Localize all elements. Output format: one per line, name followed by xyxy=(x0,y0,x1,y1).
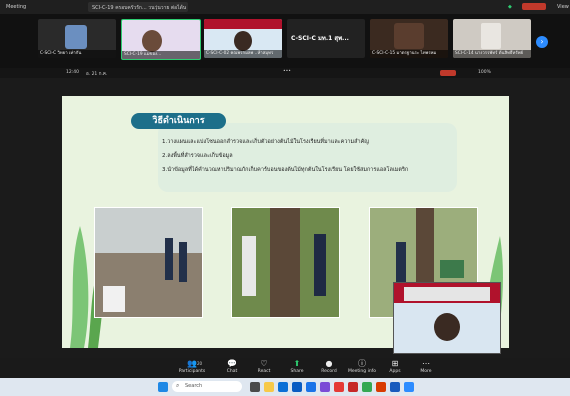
participant-tile[interactable]: SCI-C-14 นางวรรพัทร์ ต้นสิทธิ์ทรัพย์ xyxy=(453,19,531,58)
avatar xyxy=(65,25,87,49)
avatar xyxy=(434,313,460,341)
recording-badge xyxy=(522,3,546,10)
apps-button[interactable]: ⊞ Apps xyxy=(381,359,409,374)
search-icon: ⌕ xyxy=(176,382,180,389)
app-icon[interactable] xyxy=(320,382,330,392)
meeting-toolbar: 👥 Participants 20 💬 Chat ♡ React ⬆ Share ● Re… xyxy=(0,358,570,378)
share-button[interactable]: ⬆ Share xyxy=(283,359,311,374)
share-status-bar: 12:40 อ. 21 ก.ค. ••• 100% xyxy=(0,68,570,78)
photo-students-measuring xyxy=(94,207,203,318)
more-button[interactable]: ⋯ More xyxy=(412,359,440,374)
apps-icon: ⊞ xyxy=(391,359,399,368)
step-item: 2.ลงพื้นที่สำรวจและเก็บข้อมูล xyxy=(162,153,233,159)
more-icon: ⋯ xyxy=(422,359,430,368)
participant-label: SCI-C-14 นางวรรพัทร์ ต้นสิทธิ์ทรัพย์ xyxy=(453,50,531,58)
record-button[interactable]: ● Record xyxy=(315,359,343,374)
participant-tile[interactable]: C-SCI-C-02 คณพรกมลพ ..ห้าสมุทร xyxy=(204,19,282,58)
photo-tree-measuring xyxy=(231,207,340,318)
record-icon: ● xyxy=(325,359,333,368)
participant-tile[interactable]: C-SCI-C มท.1 สุพ... xyxy=(287,19,365,58)
avatar xyxy=(142,30,162,52)
chevron-right-icon[interactable]: › xyxy=(536,36,548,48)
taskbar-search[interactable]: ⌕ Search xyxy=(172,381,242,392)
step-item: 1.วางแผนและแบ่งโซนออกสำรวจและเก็บตัวอย่า… xyxy=(162,139,369,145)
participant-tile[interactable]: C-SCI-C วิทยา เท่ากัน xyxy=(38,19,116,58)
participant-label: C-SCI-C วิทยา เท่ากัน xyxy=(38,50,116,58)
video-banner xyxy=(404,287,490,301)
word-icon[interactable] xyxy=(390,382,400,392)
info-icon: ⓘ xyxy=(358,359,366,368)
windows-taskbar: ⌕ Search xyxy=(0,378,570,396)
file-explorer-icon[interactable] xyxy=(264,382,274,392)
title-bar: Meeting SCI-C-19 ครอบครัวรัก... วนวุ่นวา… xyxy=(0,0,570,14)
share-icon: ⬆ xyxy=(293,359,301,368)
store-icon[interactable] xyxy=(292,382,302,392)
zoom-icon[interactable] xyxy=(306,382,316,392)
heart-icon: ♡ xyxy=(260,359,268,368)
avatar xyxy=(234,31,252,51)
chrome-icon[interactable] xyxy=(362,382,372,392)
shield-icon: ◆ xyxy=(508,4,512,10)
app-icon[interactable] xyxy=(404,382,414,392)
search-placeholder: Search xyxy=(185,383,203,389)
presenter-video[interactable] xyxy=(393,282,501,354)
app-title: Meeting xyxy=(6,4,27,10)
live-badge xyxy=(440,70,456,76)
task-view-icon[interactable] xyxy=(250,382,260,392)
video-feed xyxy=(394,23,424,49)
window-tab[interactable]: SCI-C-19 ครอบครัวรัก... วนวุ่นวาย ต่อได้… xyxy=(88,2,188,12)
chat-button[interactable]: 💬 Chat xyxy=(218,359,246,374)
participant-label: C-SCI-C-02 คณพรกมลพ ..ห้าสมุทร xyxy=(204,50,282,58)
share-time: 12:40 xyxy=(66,70,79,75)
participant-name: C-SCI-C มท.1 สุพ... xyxy=(291,35,349,42)
battery-status: 100% xyxy=(478,70,491,75)
app-icon[interactable] xyxy=(348,382,358,392)
participants-count: 20 xyxy=(197,361,203,366)
participant-filmstrip: C-SCI-C วิทยา เท่ากัน SCI-C-19 แม่ของ...… xyxy=(0,14,570,68)
meeting-info-button[interactable]: ⓘ Meeting info xyxy=(348,359,376,374)
video-banner xyxy=(204,19,282,29)
windows-start-icon[interactable] xyxy=(158,382,168,392)
chat-icon: 💬 xyxy=(227,359,237,368)
edge-icon[interactable] xyxy=(278,382,288,392)
participant-label: SCI-C-19 แม่ของ... xyxy=(122,51,200,59)
more-dots-icon[interactable]: ••• xyxy=(283,69,291,74)
step-item: 3.นำข้อมูลที่ได้คำนวณหาปริมาณกักเก็บคาร์… xyxy=(162,167,409,173)
view-button[interactable]: View xyxy=(557,4,569,10)
participant-tile[interactable]: C-SCI-C-15 มาตรฐานระ ไทพรหม xyxy=(370,19,448,58)
react-button[interactable]: ♡ React xyxy=(250,359,278,374)
participant-label: C-SCI-C-15 มาตรฐานระ ไทพรหม xyxy=(370,50,448,58)
tab-title: SCI-C-19 ครอบครัวรัก... วนวุ่นวาย ต่อได้… xyxy=(92,5,186,11)
app-icon[interactable] xyxy=(334,382,344,392)
share-date: อ. 21 ก.ค. xyxy=(86,72,108,77)
video-feed xyxy=(481,23,501,49)
participant-tile-active[interactable]: SCI-C-19 แม่ของ... xyxy=(121,19,201,60)
slide-title: วิธีดำเนินการ xyxy=(131,113,226,129)
powerpoint-icon[interactable] xyxy=(376,382,386,392)
